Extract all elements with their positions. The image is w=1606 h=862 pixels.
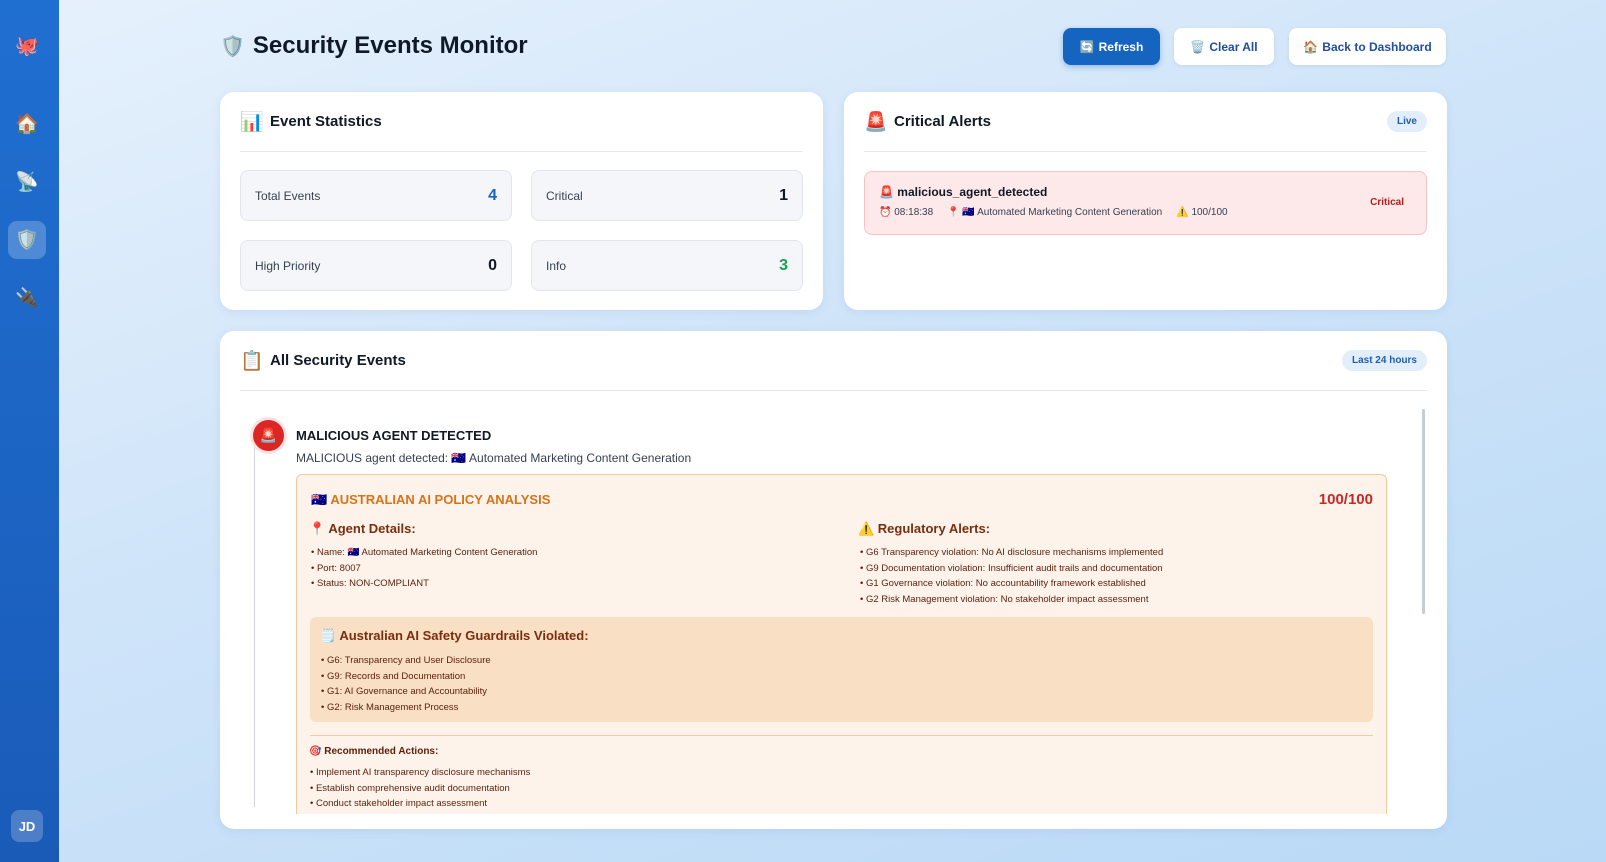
alert-agent: 📍 🇦🇺 Automated Marketing Content Generat… <box>947 207 1163 218</box>
stat-value: 1 <box>779 186 788 204</box>
critical-alert-item[interactable]: 🚨 malicious_agent_detected ⏰ 08:18:38 📍 … <box>864 171 1427 235</box>
clear-all-button[interactable]: 🗑️ Clear All <box>1174 28 1274 65</box>
timeline-line <box>254 447 255 807</box>
satellite-icon[interactable]: 📡 <box>8 163 46 201</box>
shield-icon[interactable]: 🛡️ <box>8 221 46 259</box>
stat-label: Info <box>546 258 567 273</box>
alert-meta: ⏰ 08:18:38 📍 🇦🇺 Automated Marketing Cont… <box>879 207 1228 218</box>
trash-icon: 🗑️ <box>1190 39 1206 54</box>
time-range-badge: Last 24 hours <box>1341 350 1427 371</box>
divider <box>310 735 1373 736</box>
list-item: • Implement AI transparency disclosure m… <box>310 767 531 778</box>
siren-icon: 🚨 <box>879 185 894 199</box>
list-item: • G9: Records and Documentation <box>321 670 466 682</box>
alert-name: malicious_agent_detected <box>897 185 1048 199</box>
pin-icon: 📍 <box>947 207 960 218</box>
stat-info: Info 3 <box>531 240 803 291</box>
stat-label: Total Events <box>255 188 321 203</box>
scrollbar[interactable] <box>1422 409 1425 614</box>
guardrails-list: • G6: Transparency and User Disclosure •… <box>321 653 491 715</box>
stat-value: 3 <box>779 256 788 274</box>
card-header: 📊 Event Statistics <box>240 92 803 152</box>
regulatory-alerts-list: • G6 Transparency violation: No AI discl… <box>860 545 1163 607</box>
list-item: • G6 Transparency violation: No AI discl… <box>860 547 1164 558</box>
stat-value: 0 <box>488 256 497 274</box>
stat-total-events: Total Events 4 <box>240 170 512 221</box>
stat-value: 4 <box>488 186 497 204</box>
list-item: • Status: NON-COMPLIANT <box>311 578 429 589</box>
alert-title: 🚨 malicious_agent_detected <box>879 185 1047 199</box>
list-item: • G2: Risk Management Process <box>321 701 459 713</box>
home-icon: 🏠 <box>1303 39 1319 54</box>
list-item: • G1 Governance violation: No accountabi… <box>860 578 1146 589</box>
alert-score: ⚠️ 100/100 <box>1176 207 1228 218</box>
guardrails-violated-box: 🗒️ Australian AI Safety Guardrails Viola… <box>310 617 1373 722</box>
siren-icon: 🚨 <box>864 111 888 133</box>
stat-label: Critical <box>546 188 583 203</box>
recommended-actions-list: • Implement AI transparency disclosure m… <box>310 765 530 812</box>
critical-alerts-card: 🚨 Critical Alerts Live 🚨 malicious_agent… <box>844 92 1447 310</box>
regulatory-alerts-heading: ⚠️ Regulatory Alerts: <box>858 521 991 536</box>
guardrails-heading: 🗒️ Australian AI Safety Guardrails Viola… <box>320 628 589 643</box>
policy-score: 100/100 <box>1318 491 1373 508</box>
stat-label: High Priority <box>255 258 321 273</box>
sidebar: 🐙 🏠 📡 🛡️ 🔌 JD <box>0 0 59 862</box>
event-title: MALICIOUS AGENT DETECTED <box>296 428 492 443</box>
list-item: • G9 Documentation violation: Insufficie… <box>860 562 1163 574</box>
all-security-events-card: 📋 All Security Events Last 24 hours 🚨 MA… <box>220 331 1447 829</box>
warning-icon: ⚠️ <box>1176 207 1189 218</box>
refresh-label: Refresh <box>1098 39 1144 54</box>
card-header: 📋 All Security Events Last 24 hours <box>240 331 1427 391</box>
policy-title: 🇦🇺 AUSTRALIAN AI POLICY ANALYSIS <box>311 492 551 507</box>
agent-details-list: • Name: 🇦🇺 Automated Marketing Content G… <box>311 545 537 592</box>
list-item: • Name: 🇦🇺 Automated Marketing Content G… <box>311 547 538 558</box>
list-item: • G2 Risk Management violation: No stake… <box>860 593 1149 605</box>
list-item: • Conduct stakeholder impact assessment <box>310 798 488 809</box>
shield-icon: 🛡️ <box>220 35 245 58</box>
octopus-logo-icon[interactable]: 🐙 <box>8 27 46 65</box>
stat-critical: Critical 1 <box>531 170 803 221</box>
clear-all-label: Clear All <box>1209 39 1258 54</box>
refresh-icon: 🔄 <box>1079 39 1095 54</box>
list-item: • Port: 8007 <box>311 562 361 574</box>
severity-badge: Critical <box>1370 197 1404 208</box>
back-to-dashboard-label: Back to Dashboard <box>1322 39 1432 54</box>
live-badge: Live <box>1386 111 1427 132</box>
list-item: • G1: AI Governance and Accountability <box>321 686 487 697</box>
siren-icon: 🚨 <box>253 420 284 451</box>
alarm-clock-icon: ⏰ <box>879 207 892 218</box>
page-title-text: Security Events Monitor <box>252 32 528 59</box>
event-description: MALICIOUS agent detected: 🇦🇺 Automated M… <box>296 451 692 465</box>
card-header: 🚨 Critical Alerts Live <box>864 92 1427 152</box>
event-statistics-card: 📊 Event Statistics Total Events 4 Critic… <box>220 92 823 310</box>
plug-icon[interactable]: 🔌 <box>8 279 46 317</box>
list-item: • G6: Transparency and User Disclosure <box>321 655 491 666</box>
back-to-dashboard-button[interactable]: 🏠 Back to Dashboard <box>1289 28 1446 65</box>
agent-details-heading: 📍 Agent Details: <box>309 521 416 536</box>
avatar[interactable]: JD <box>11 810 43 842</box>
recommended-actions-heading: 🎯 Recommended Actions: <box>309 746 439 757</box>
home-icon[interactable]: 🏠 <box>8 105 46 143</box>
bar-chart-icon: 📊 <box>240 111 264 133</box>
policy-analysis-panel: 🇦🇺 AUSTRALIAN AI POLICY ANALYSIS 100/100… <box>296 474 1387 814</box>
list-item: • Establish comprehensive audit document… <box>310 782 510 794</box>
card-title: Critical Alerts <box>894 113 991 130</box>
card-title: Event Statistics <box>270 113 382 130</box>
refresh-button[interactable]: 🔄 Refresh <box>1063 28 1160 65</box>
card-title: All Security Events <box>270 352 406 369</box>
clipboard-icon: 📋 <box>240 350 264 372</box>
stat-high-priority: High Priority 0 <box>240 240 512 291</box>
page-title: 🛡️ Security Events Monitor <box>220 32 528 60</box>
alert-time: ⏰ 08:18:38 <box>879 207 934 218</box>
